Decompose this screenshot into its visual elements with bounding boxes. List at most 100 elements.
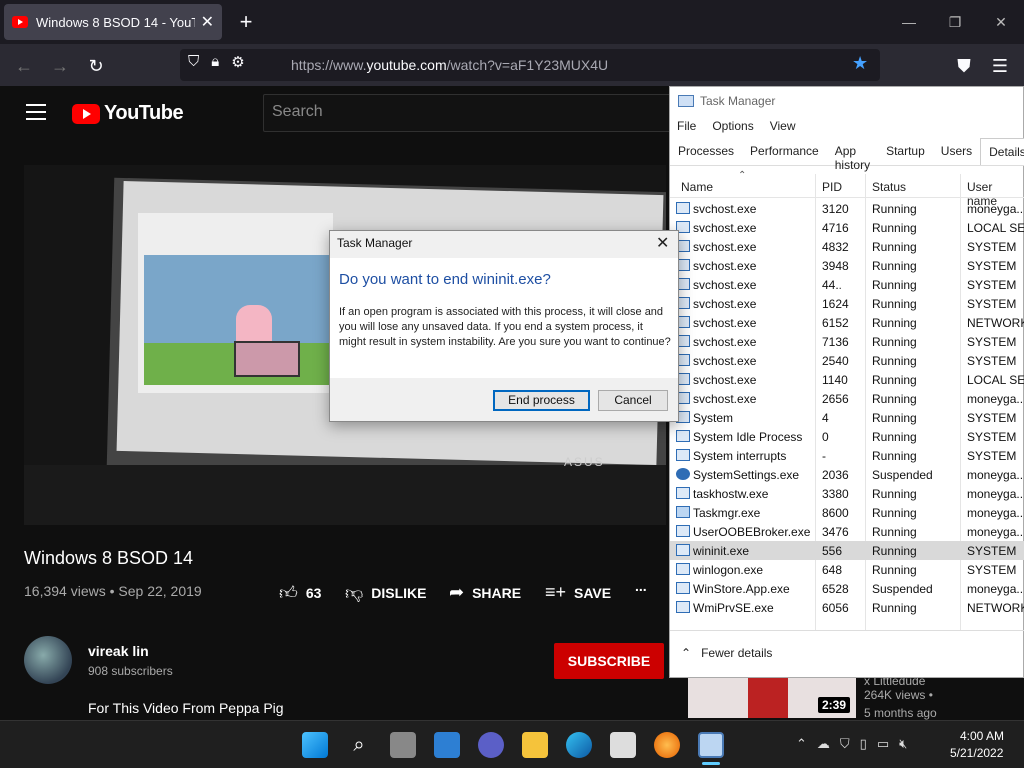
- cancel-button[interactable]: Cancel: [598, 390, 668, 411]
- search-icon[interactable]: ⌕: [346, 732, 372, 758]
- process-row[interactable]: winlogon.exe 648 Running SYSTEM: [670, 560, 1024, 579]
- process-row[interactable]: svchost.exe 2656 Running moneyga...: [670, 389, 1024, 408]
- like-button[interactable]: 👍︎ 63: [279, 582, 321, 604]
- process-status: Running: [872, 316, 917, 330]
- more-actions-button[interactable]: ...: [635, 578, 647, 594]
- process-row[interactable]: Taskmgr.exe 8600 Running moneyga...: [670, 503, 1024, 522]
- minimize-button[interactable]: —: [886, 8, 932, 36]
- pocket-icon[interactable]: ⛊: [950, 52, 978, 80]
- process-pid: 556: [822, 544, 843, 558]
- process-row[interactable]: taskhostw.exe 3380 Running moneyga...: [670, 484, 1024, 503]
- process-row[interactable]: System interrupts - Running SYSTEM: [670, 446, 1024, 465]
- dialog-close-icon[interactable]: ✕: [656, 233, 669, 253]
- process-pid: 8600: [822, 506, 849, 520]
- video-description: For This Video From Peppa Pig: [88, 700, 284, 716]
- share-button[interactable]: ➦ SHARE: [449, 582, 521, 603]
- tab-details[interactable]: Details: [980, 138, 1024, 165]
- process-name: svchost.exe: [693, 297, 757, 311]
- save-button[interactable]: ≡+ SAVE: [545, 582, 611, 603]
- edge-icon[interactable]: [566, 732, 592, 758]
- process-row[interactable]: svchost.exe 4832 Running SYSTEM: [670, 237, 1024, 256]
- subscribe-button[interactable]: SUBSCRIBE: [554, 643, 664, 679]
- bookmark-star-icon[interactable]: ★: [852, 53, 868, 74]
- end-process-button[interactable]: End process: [493, 390, 590, 411]
- menu-item-view[interactable]: View: [770, 119, 796, 133]
- column-header-name[interactable]: Name: [681, 180, 713, 194]
- process-row[interactable]: svchost.exe 3120 Running moneyga...: [670, 199, 1024, 218]
- search-input[interactable]: Search: [263, 94, 673, 132]
- display-icon[interactable]: ▭: [877, 736, 889, 752]
- browser-tab[interactable]: Windows 8 BSOD 14 - YouTube ✕: [4, 4, 222, 40]
- restore-button[interactable]: ❐: [932, 8, 978, 36]
- close-tab-icon[interactable]: ✕: [201, 12, 214, 32]
- security-icon[interactable]: ⛉: [840, 736, 850, 752]
- task-manager-taskbar-icon[interactable]: [698, 732, 724, 758]
- clock-date[interactable]: 5/21/2022: [950, 746, 1003, 760]
- process-pid: 2036: [822, 468, 849, 482]
- video-laptop-base: [24, 465, 666, 525]
- reload-button[interactable]: ↻: [82, 52, 110, 80]
- file-explorer-icon[interactable]: [522, 732, 548, 758]
- forward-button[interactable]: →: [46, 52, 74, 80]
- permissions-icon[interactable]: ⚙: [231, 53, 244, 71]
- column-header-status[interactable]: Status: [872, 180, 906, 194]
- volume-icon[interactable]: 🔇︎: [899, 736, 907, 752]
- channel-name[interactable]: vireak lin: [88, 643, 149, 659]
- close-window-button[interactable]: ✕: [978, 8, 1024, 36]
- process-status: Running: [872, 563, 917, 577]
- start-windows-icon[interactable]: [302, 732, 328, 758]
- tab-app-history[interactable]: App history: [827, 138, 878, 172]
- system-tray: ⌃ ☁ ⛉ ▯ ▭ 🔇︎: [796, 736, 907, 752]
- process-row[interactable]: svchost.exe 6152 Running NETWORK...: [670, 313, 1024, 332]
- recommended-age: 5 months ago: [864, 706, 937, 720]
- back-button[interactable]: ←: [10, 52, 38, 80]
- menu-item-options[interactable]: Options: [712, 119, 753, 133]
- process-row[interactable]: svchost.exe 7136 Running SYSTEM: [670, 332, 1024, 351]
- youtube-logo[interactable]: YouTube: [72, 102, 184, 125]
- process-row[interactable]: svchost.exe 1140 Running LOCAL SE...: [670, 370, 1024, 389]
- store-icon[interactable]: [610, 732, 636, 758]
- process-user: SYSTEM: [967, 354, 1017, 368]
- menu-item-file[interactable]: File: [677, 119, 696, 133]
- hamburger-menu-icon[interactable]: [26, 104, 46, 120]
- widgets-icon[interactable]: [434, 732, 460, 758]
- process-row[interactable]: WinStore.App.exe 6528 Suspended moneyga...: [670, 579, 1024, 598]
- tab-processes[interactable]: Processes: [670, 138, 742, 165]
- chat-icon[interactable]: [478, 732, 504, 758]
- process-user: SYSTEM: [967, 430, 1017, 444]
- battery-icon[interactable]: ▯: [860, 736, 867, 752]
- lock-icon[interactable]: 🔒︎: [211, 53, 219, 71]
- active-app-indicator: [702, 762, 720, 765]
- tab-startup[interactable]: Startup: [878, 138, 933, 165]
- process-row[interactable]: svchost.exe 1624 Running SYSTEM: [670, 294, 1024, 313]
- process-icon: [676, 563, 690, 575]
- clock-time[interactable]: 4:00 AM: [960, 729, 1004, 743]
- cloud-icon[interactable]: ☁: [817, 736, 830, 752]
- new-tab-button[interactable]: +: [234, 8, 258, 36]
- task-view-icon[interactable]: [390, 732, 416, 758]
- process-row[interactable]: wininit.exe 556 Running SYSTEM: [670, 541, 1024, 560]
- process-row[interactable]: System 4 Running SYSTEM: [670, 408, 1024, 427]
- tab-users[interactable]: Users: [933, 138, 980, 165]
- process-pid: 4832: [822, 240, 849, 254]
- process-row[interactable]: UserOOBEBroker.exe 3476 Running moneyga...: [670, 522, 1024, 541]
- shield-icon[interactable]: ⛉: [188, 53, 199, 71]
- process-name: svchost.exe: [693, 259, 757, 273]
- tab-performance[interactable]: Performance: [742, 138, 827, 165]
- chevron-up-icon[interactable]: ⌃: [796, 736, 807, 752]
- menu-icon[interactable]: ☰: [986, 52, 1014, 80]
- column-header-pid[interactable]: PID: [822, 180, 842, 194]
- fewer-details-button[interactable]: ⌃ Fewer details: [681, 646, 772, 660]
- url-text[interactable]: https://www.youtube.com/watch?v=aF1Y23MU…: [291, 57, 608, 73]
- process-row[interactable]: svchost.exe 2540 Running SYSTEM: [670, 351, 1024, 370]
- sort-arrow-icon: ⌃: [738, 170, 747, 181]
- process-row[interactable]: svchost.exe 4716 Running LOCAL SE...: [670, 218, 1024, 237]
- channel-avatar[interactable]: [24, 636, 72, 684]
- process-row[interactable]: WmiPrvSE.exe 6056 Running NETWORK...: [670, 598, 1024, 617]
- process-row[interactable]: System Idle Process 0 Running SYSTEM: [670, 427, 1024, 446]
- process-row[interactable]: SystemSettings.exe 2036 Suspended moneyga..…: [670, 465, 1024, 484]
- process-status: Running: [872, 411, 917, 425]
- dislike-button[interactable]: 👎︎ DISLIKE: [345, 582, 427, 604]
- task-manager-icon: [678, 95, 694, 107]
- firefox-icon[interactable]: [654, 732, 680, 758]
